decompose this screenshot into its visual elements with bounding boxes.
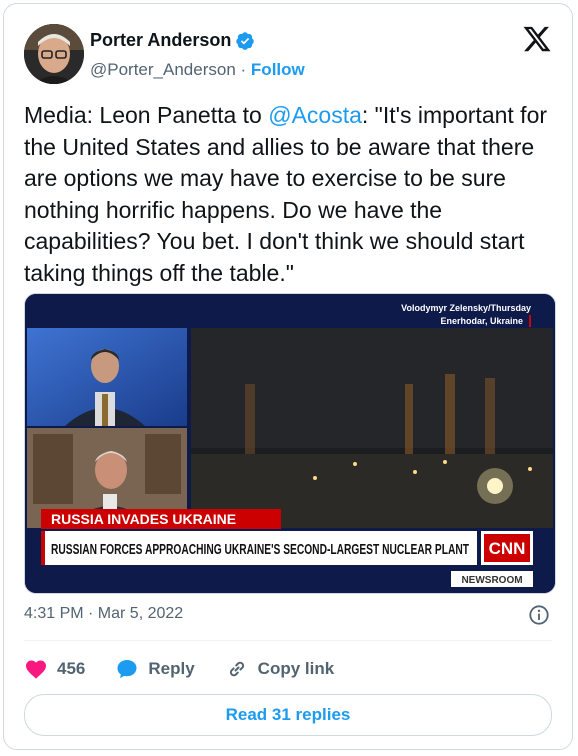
copy-link-label: Copy link xyxy=(257,659,335,678)
heart-icon xyxy=(26,660,46,679)
divider xyxy=(24,640,552,641)
reply-icon xyxy=(117,660,137,678)
tweet-timestamp[interactable]: 4:31 PM · Mar 5, 2022 xyxy=(24,605,183,623)
anchor-video-panel xyxy=(27,328,187,426)
reply-label: Reply xyxy=(148,659,195,678)
copy-link-button[interactable]: Copy link xyxy=(225,657,335,681)
link-icon xyxy=(229,661,244,677)
like-count: 456 xyxy=(57,659,86,678)
action-bar: 456 Reply Copy link xyxy=(24,654,364,684)
author-handle[interactable]: @Porter_Anderson xyxy=(90,60,236,79)
read-replies-button[interactable]: Read 31 replies xyxy=(24,694,552,736)
handle-separator: · xyxy=(240,60,247,79)
follow-button[interactable]: Follow xyxy=(251,60,305,79)
tweet-card: Porter Anderson @Porter_Anderson · Follo… xyxy=(3,3,573,750)
tweet-media[interactable]: Volodymyr Zelensky/Thursday Enerhodar, U… xyxy=(24,293,556,594)
headline-chyron: RUSSIAN FORCES APPROACHING UKRAINE'S SEC… xyxy=(51,542,469,558)
tweet-prefix: Media: Leon Panetta to xyxy=(24,102,269,128)
source-label-line2: Enerhodar, Ukraine xyxy=(440,316,523,326)
cnn-logo: CNN xyxy=(489,539,526,558)
mention-link[interactable]: @Acosta xyxy=(268,102,362,128)
tweet-body: : "It's important for the United States … xyxy=(24,102,554,286)
breaking-banner: RUSSIA INVADES UKRAINE xyxy=(51,511,236,527)
reply-button[interactable]: Reply xyxy=(115,657,195,681)
read-replies-label: Read 31 replies xyxy=(225,705,351,724)
nuclear-plant-video xyxy=(191,328,553,528)
source-label-line1: Volodymyr Zelensky/Thursday xyxy=(401,303,531,313)
x-logo-icon[interactable] xyxy=(522,24,552,54)
info-icon[interactable] xyxy=(528,604,550,626)
author-avatar[interactable] xyxy=(24,24,84,84)
program-label: NEWSROOM xyxy=(461,575,522,586)
tweet-text: Media: Leon Panetta to @Acosta: "It's im… xyxy=(24,100,559,289)
verified-icon xyxy=(236,31,255,50)
author-name[interactable]: Porter Anderson xyxy=(90,30,231,51)
like-button[interactable]: 456 xyxy=(24,657,85,681)
